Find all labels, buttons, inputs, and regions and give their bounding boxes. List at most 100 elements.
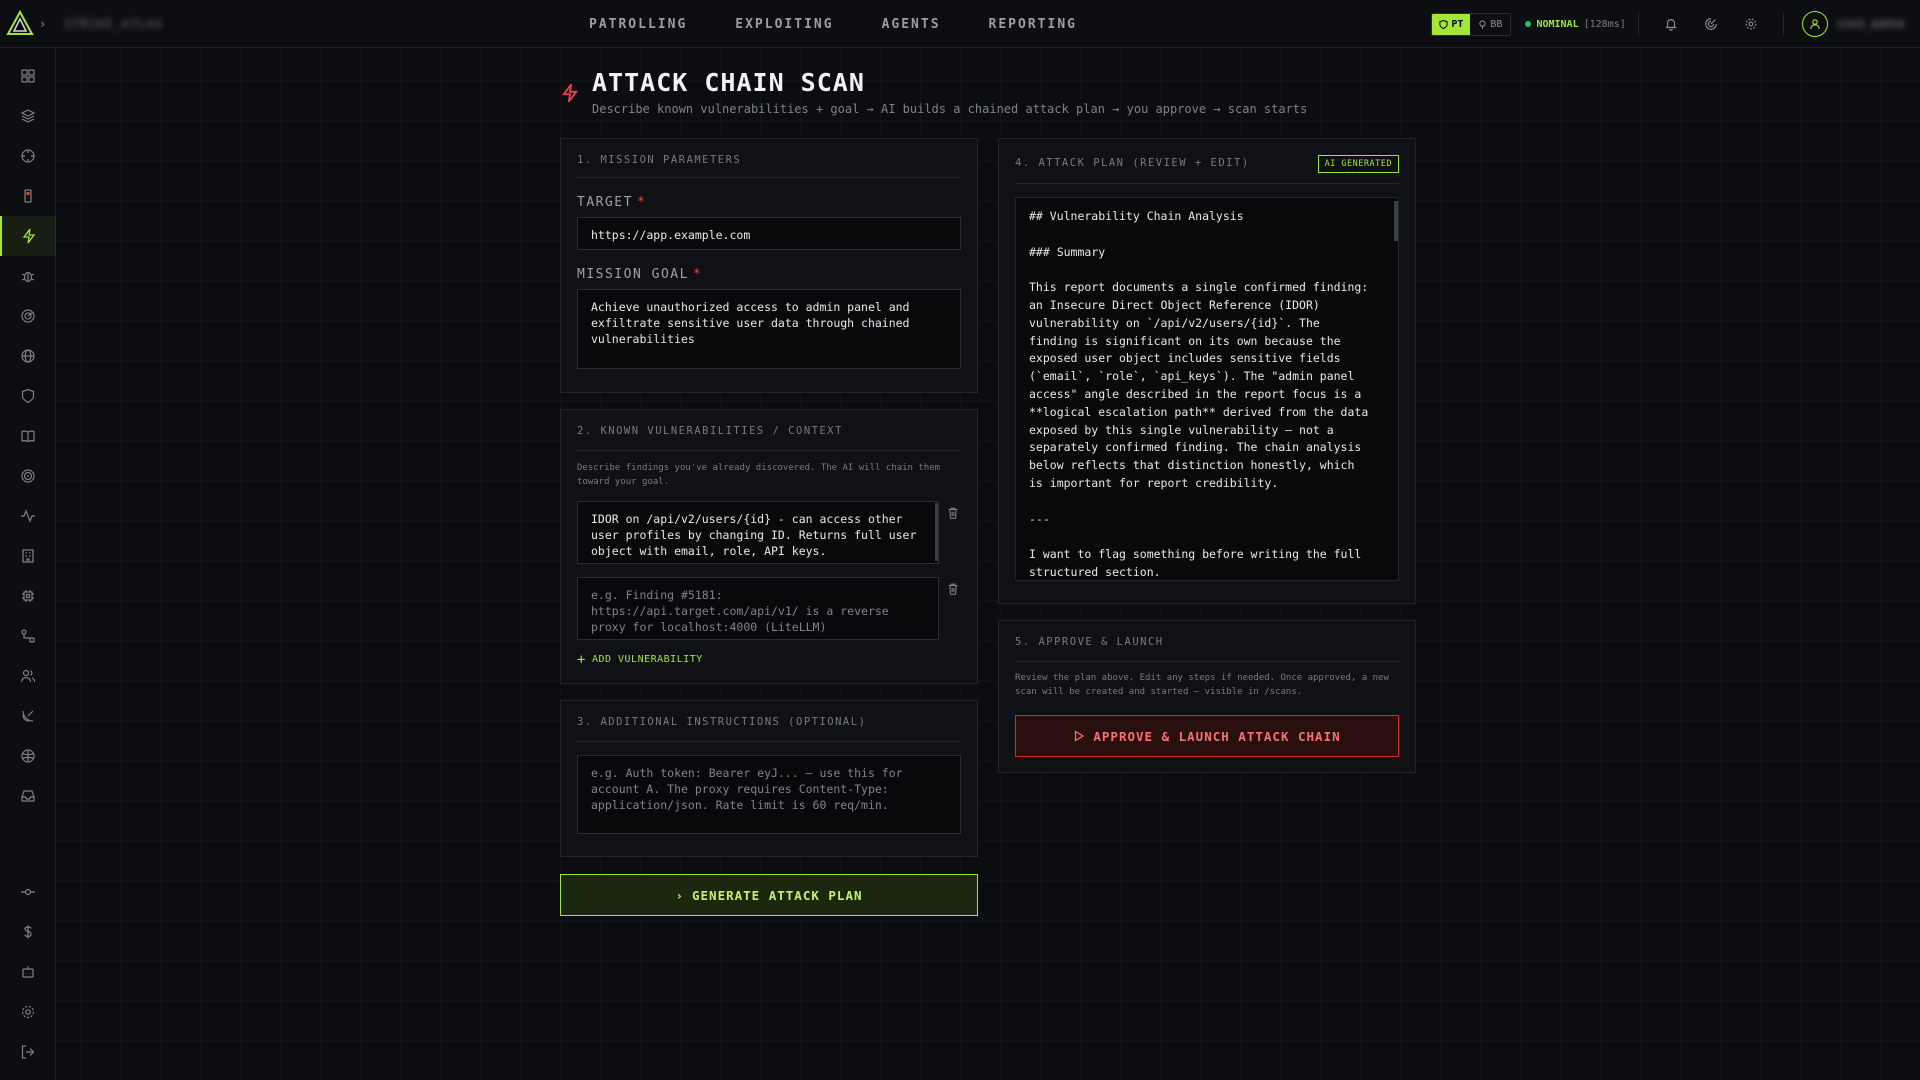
sidebar-item-bots[interactable] [0,952,56,992]
users-icon [20,669,36,683]
sidebar-item-global[interactable] [0,336,56,376]
additional-instructions-panel: 3. ADDITIONAL INSTRUCTIONS (OPTIONAL) e.… [560,700,978,857]
sidebar-item-billing[interactable] [0,912,56,952]
user-icon [1810,19,1820,30]
approve-helper-text: Review the plan above. Edit any steps if… [1015,673,1389,697]
crosshair-icon [21,149,35,163]
app-logo[interactable] [3,7,37,41]
sidebar-item-org[interactable] [0,536,56,576]
sidebar-item-focus[interactable] [0,456,56,496]
sidebar-item-logout[interactable] [0,1032,56,1072]
vulns-helper-text: Describe findings you've already discove… [577,463,941,487]
sidebar-item-inbox[interactable] [0,776,56,816]
logout-icon [21,1045,35,1059]
page-title: ATTACK CHAIN SCAN [592,68,865,97]
avatar[interactable] [1801,11,1828,37]
pulse-icon [21,509,35,523]
sidebar-item-satellite[interactable] [0,696,56,736]
sidebar-item-attack-chain[interactable] [0,216,56,256]
user-name: USER_ADMIN [1837,17,1904,31]
additional-instructions-textarea[interactable]: e.g. Auth token: Bearer eyJ... — use thi… [577,755,961,834]
sidebar-item-target[interactable] [0,136,56,176]
system-status: NOMINAL [128ms] [1525,18,1626,30]
plus-icon: + [577,651,586,668]
nav-reporting[interactable]: REPORTING [989,17,1077,32]
bell-icon [1665,19,1677,31]
mode-toggle: PT BB [1431,12,1512,36]
radar-button[interactable] [1691,8,1731,40]
divider [577,177,961,178]
status-label: NOMINAL [1536,18,1579,30]
sidebar-item-docs[interactable] [0,416,56,456]
generate-attack-plan-label: GENERATE ATTACK PLAN [692,887,863,903]
target-icon [21,469,35,483]
section-title: 5. APPROVE & LAUNCH [1015,636,1164,648]
target-input[interactable]: https://app.example.com [577,217,961,250]
satellite-icon [22,710,34,722]
mission-goal-textarea[interactable]: Achieve unauthorized access to admin pan… [577,289,961,369]
shield-icon [21,388,35,404]
status-latency: [128ms] [1583,18,1626,30]
sidebar-item-radar[interactable] [0,296,56,336]
scrollbar[interactable] [935,503,938,561]
mode-bb-label: BB [1490,18,1503,30]
top-right-controls: PT BB NOMINAL [128ms] USER_ADMIN [1431,0,1904,48]
main-nav: PATROLLING EXPLOITING AGENTS REPORTING [589,0,1125,48]
grid-icon [21,69,35,83]
mode-bb-button[interactable]: BB [1470,14,1510,35]
page-subtitle: Describe known vulnerabilities + goal → … [592,102,1308,116]
approve-launch-button[interactable]: APPROVE & LAUNCH ATTACK CHAIN [1015,715,1399,757]
trash-icon[interactable] [946,582,960,596]
sidebar-item-activity[interactable] [0,496,56,536]
settings-button[interactable] [1731,8,1771,40]
sidebar-item-network[interactable] [0,736,56,776]
attack-plan-panel: 4. ATTACK PLAN (REVIEW + EDIT) AI GENERA… [998,138,1416,604]
bug-icon [1479,19,1487,29]
mode-pt-button[interactable]: PT [1432,13,1471,35]
attack-plan-editor[interactable]: ## Vulnerability Chain Analysis ### Summ… [1015,197,1399,581]
sidebar-item-users[interactable] [0,656,56,696]
mode-pt-label: PT [1451,18,1464,30]
vulnerability-input-1[interactable]: IDOR on /api/v2/users/{id} - can access … [577,501,939,564]
trash-icon[interactable] [946,506,960,520]
org-name: STRIKE_ATLAS [64,16,163,31]
sidebar-item-dashboard[interactable] [0,56,56,96]
sidebar-item-layers[interactable] [0,96,56,136]
network-icon [21,749,35,763]
robot-icon [22,966,34,978]
sidebar-item-bugs[interactable] [0,256,56,296]
sidebar-item-processor[interactable] [0,576,56,616]
bug-icon [21,271,35,283]
add-vulnerability-label: ADD VULNERABILITY [591,654,703,665]
bolt-icon [22,228,36,244]
ai-generated-badge: AI GENERATED [1317,155,1399,173]
nav-exploiting[interactable]: EXPLOITING [735,17,833,32]
section-title: 1. MISSION PARAMETERS [577,154,742,166]
scrollbar[interactable] [1394,201,1398,241]
section-title: 2. KNOWN VULNERABILITIES / CONTEXT [577,425,843,437]
notifications-button[interactable] [1651,8,1691,40]
building-icon [22,549,34,563]
nav-patrolling[interactable]: PATROLLING [589,17,687,32]
sidebar-item-commits[interactable] [0,872,56,912]
top-bar: › STRIKE_ATLAS PATROLLING EXPLOITING AGE… [0,0,1920,48]
divider [1637,12,1639,36]
divider [577,741,961,742]
add-vulnerability-button[interactable]: + ADD VULNERABILITY [577,651,703,668]
chevron-right-icon[interactable]: › [39,17,46,31]
shield-icon [1439,19,1448,29]
sidebar-item-settings[interactable] [0,992,56,1032]
vulnerability-input-2[interactable]: e.g. Finding #5181: https://api.target.c… [577,577,939,640]
sidebar-item-security[interactable] [0,376,56,416]
nav-agents[interactable]: AGENTS [882,17,941,32]
sidebar [0,48,56,1080]
mission-goal-label: MISSION GOAL * [577,267,703,282]
play-icon [1075,730,1085,742]
sidebar-item-mobile[interactable] [0,176,56,216]
globe-icon [21,349,35,363]
divider [1015,661,1399,662]
chip-icon [22,590,34,602]
generate-attack-plan-button[interactable]: › GENERATE ATTACK PLAN [560,874,978,916]
sidebar-item-workflow[interactable] [0,616,56,656]
dollar-icon [24,925,32,939]
